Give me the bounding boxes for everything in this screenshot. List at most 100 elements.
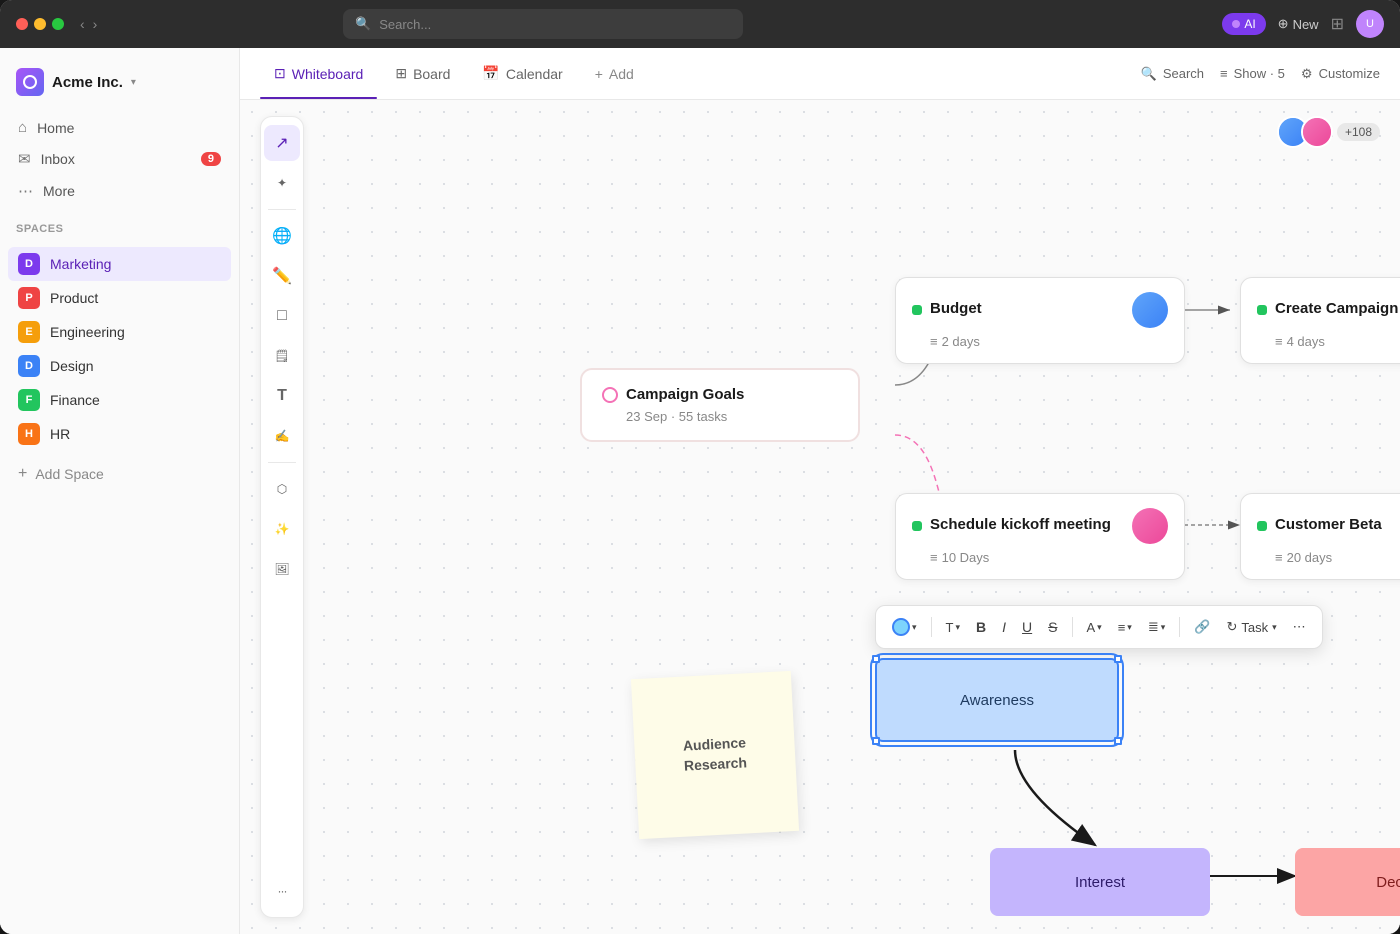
marketing-label: Marketing: [50, 256, 111, 272]
sidebar-item-engineering[interactable]: E Engineering: [8, 315, 231, 349]
user-avatar[interactable]: U: [1356, 10, 1384, 38]
tool-pen[interactable]: ✏️: [264, 258, 300, 294]
ai-badge[interactable]: AI: [1222, 13, 1265, 35]
campaign-goals-card[interactable]: Campaign Goals 23 Sep · 55 tasks: [580, 368, 860, 442]
budget-days: 2 days: [942, 334, 980, 349]
lines-icon-2: ≡: [1275, 334, 1283, 349]
tool-shape[interactable]: □: [264, 298, 300, 334]
task-chevron: ▾: [1272, 622, 1277, 633]
grid-icon[interactable]: ⊞: [1331, 14, 1344, 34]
tool-draw[interactable]: ✍: [264, 418, 300, 454]
whiteboard-canvas[interactable]: ↗ ✦ 🌐 ✏️ □ 🗒 T ✍ ⬡ ✨ 🖼 ···: [240, 100, 1400, 934]
budget-avatar: [1132, 292, 1168, 328]
awareness-box[interactable]: Awareness: [875, 658, 1119, 742]
tool-text[interactable]: T: [264, 378, 300, 414]
font-size-button[interactable]: T▾: [940, 616, 966, 639]
finance-label: Finance: [50, 392, 100, 408]
campaign-date: 23 Sep: [626, 409, 667, 424]
list-button[interactable]: ≣▾: [1142, 615, 1171, 639]
add-space-button[interactable]: + Add Space: [0, 459, 239, 489]
decision-box[interactable]: Decision: [1295, 848, 1400, 916]
tool-network[interactable]: ⬡: [264, 471, 300, 507]
green-status-dot: [912, 305, 922, 315]
color-picker[interactable]: ▾: [886, 614, 923, 640]
green-status-dot-3: [912, 521, 922, 531]
handle-tl[interactable]: [872, 655, 880, 663]
back-arrow[interactable]: ‹: [80, 16, 85, 32]
show-action[interactable]: ≡ Show · 5: [1220, 66, 1285, 81]
budget-title: Budget: [930, 300, 982, 317]
global-search-bar[interactable]: 🔍 Search...: [343, 9, 743, 39]
align-button[interactable]: ≡▾: [1112, 616, 1138, 639]
chevron-down-icon[interactable]: ▾: [131, 77, 136, 88]
more-options-button[interactable]: ⋯: [1287, 615, 1312, 639]
sidebar-item-hr[interactable]: H HR: [8, 417, 231, 451]
ai-dot: [1232, 20, 1240, 28]
tool-sparkle[interactable]: ✨: [264, 511, 300, 547]
handle-tr[interactable]: [1114, 655, 1122, 663]
tool-image[interactable]: 🖼: [264, 551, 300, 587]
product-label: Product: [50, 290, 98, 306]
task-convert-button[interactable]: ↻ Task ▾: [1220, 615, 1282, 639]
sidebar-header: Acme Inc. ▾: [0, 60, 239, 112]
home-icon: ⌂: [18, 119, 27, 136]
green-status-dot-2: [1257, 305, 1267, 315]
hr-dot: H: [18, 423, 40, 445]
sidebar-item-product[interactable]: P Product: [8, 281, 231, 315]
bold-button[interactable]: B: [970, 615, 992, 639]
campaign-dot: ·: [671, 409, 679, 424]
engineering-label: Engineering: [50, 324, 125, 340]
marketing-dot: D: [18, 253, 40, 275]
add-icon: +: [595, 66, 603, 82]
sidebar-inbox-label: Inbox: [41, 151, 75, 167]
handle-br[interactable]: [1114, 737, 1122, 745]
schedule-days: 10 Days: [942, 550, 990, 565]
sidebar-item-inbox[interactable]: ✉ Inbox 9: [8, 143, 231, 175]
tool-note[interactable]: 🗒: [264, 338, 300, 374]
sidebar-item-marketing[interactable]: D Marketing: [8, 247, 231, 281]
sidebar-item-home[interactable]: ⌂ Home: [8, 112, 231, 143]
customer-beta-card[interactable]: Customer Beta ≡ 20 days: [1240, 493, 1400, 580]
new-label: New: [1293, 17, 1319, 32]
tab-add[interactable]: + Add: [581, 58, 648, 90]
budget-card[interactable]: Budget ≡ 2 days: [895, 277, 1185, 364]
customize-label: Customize: [1319, 66, 1380, 81]
customer-beta-meta: ≡ 20 days: [1257, 550, 1400, 565]
customize-action[interactable]: ⚙ Customize: [1301, 66, 1380, 82]
interest-box[interactable]: Interest: [990, 848, 1210, 916]
spaces-section: Spaces: [0, 207, 239, 247]
tool-select[interactable]: ↗: [264, 125, 300, 161]
create-campaign-card[interactable]: Create Campaign ≡ 4 days: [1240, 277, 1400, 364]
italic-button[interactable]: I: [996, 615, 1012, 639]
tab-board[interactable]: ⊞ Board: [381, 57, 464, 90]
maximize-button[interactable]: [52, 18, 64, 30]
underline-button[interactable]: U: [1016, 615, 1038, 639]
title-bar-right: AI ⊕ New ⊞ U: [1222, 10, 1384, 38]
text-color-button[interactable]: A▾: [1081, 616, 1108, 639]
handle-bl[interactable]: [872, 737, 880, 745]
minimize-button[interactable]: [34, 18, 46, 30]
link-button[interactable]: 🔗: [1188, 615, 1216, 639]
close-button[interactable]: [16, 18, 28, 30]
tool-more[interactable]: ···: [264, 873, 300, 909]
show-icon: ≡: [1220, 66, 1228, 81]
tab-calendar[interactable]: 📅 Calendar: [468, 57, 576, 90]
sticky-note[interactable]: Audience Research: [631, 671, 799, 839]
new-button[interactable]: ⊕ New: [1278, 16, 1319, 32]
strikethrough-button[interactable]: S: [1042, 615, 1063, 639]
forward-arrow[interactable]: ›: [93, 16, 98, 32]
tab-whiteboard[interactable]: ⊡ Whiteboard: [260, 57, 377, 90]
sidebar: Acme Inc. ▾ ⌂ Home ✉ Inbox 9 ⋯ More: [0, 48, 240, 934]
search-action[interactable]: 🔍 Search: [1141, 66, 1204, 82]
sidebar-item-finance[interactable]: F Finance: [8, 383, 231, 417]
add-space-label: Add Space: [35, 466, 104, 482]
schedule-kickoff-card[interactable]: Schedule kickoff meeting ≡ 10 Days: [895, 493, 1185, 580]
tool-globe[interactable]: 🌐: [264, 218, 300, 254]
plus-icon: +: [18, 465, 27, 483]
awareness-label: Awareness: [960, 692, 1034, 709]
tab-board-label: Board: [413, 66, 450, 82]
sidebar-item-design[interactable]: D Design: [8, 349, 231, 383]
sidebar-item-more[interactable]: ⋯ More: [8, 175, 231, 207]
hr-label: HR: [50, 426, 70, 442]
tool-magic[interactable]: ✦: [264, 165, 300, 201]
